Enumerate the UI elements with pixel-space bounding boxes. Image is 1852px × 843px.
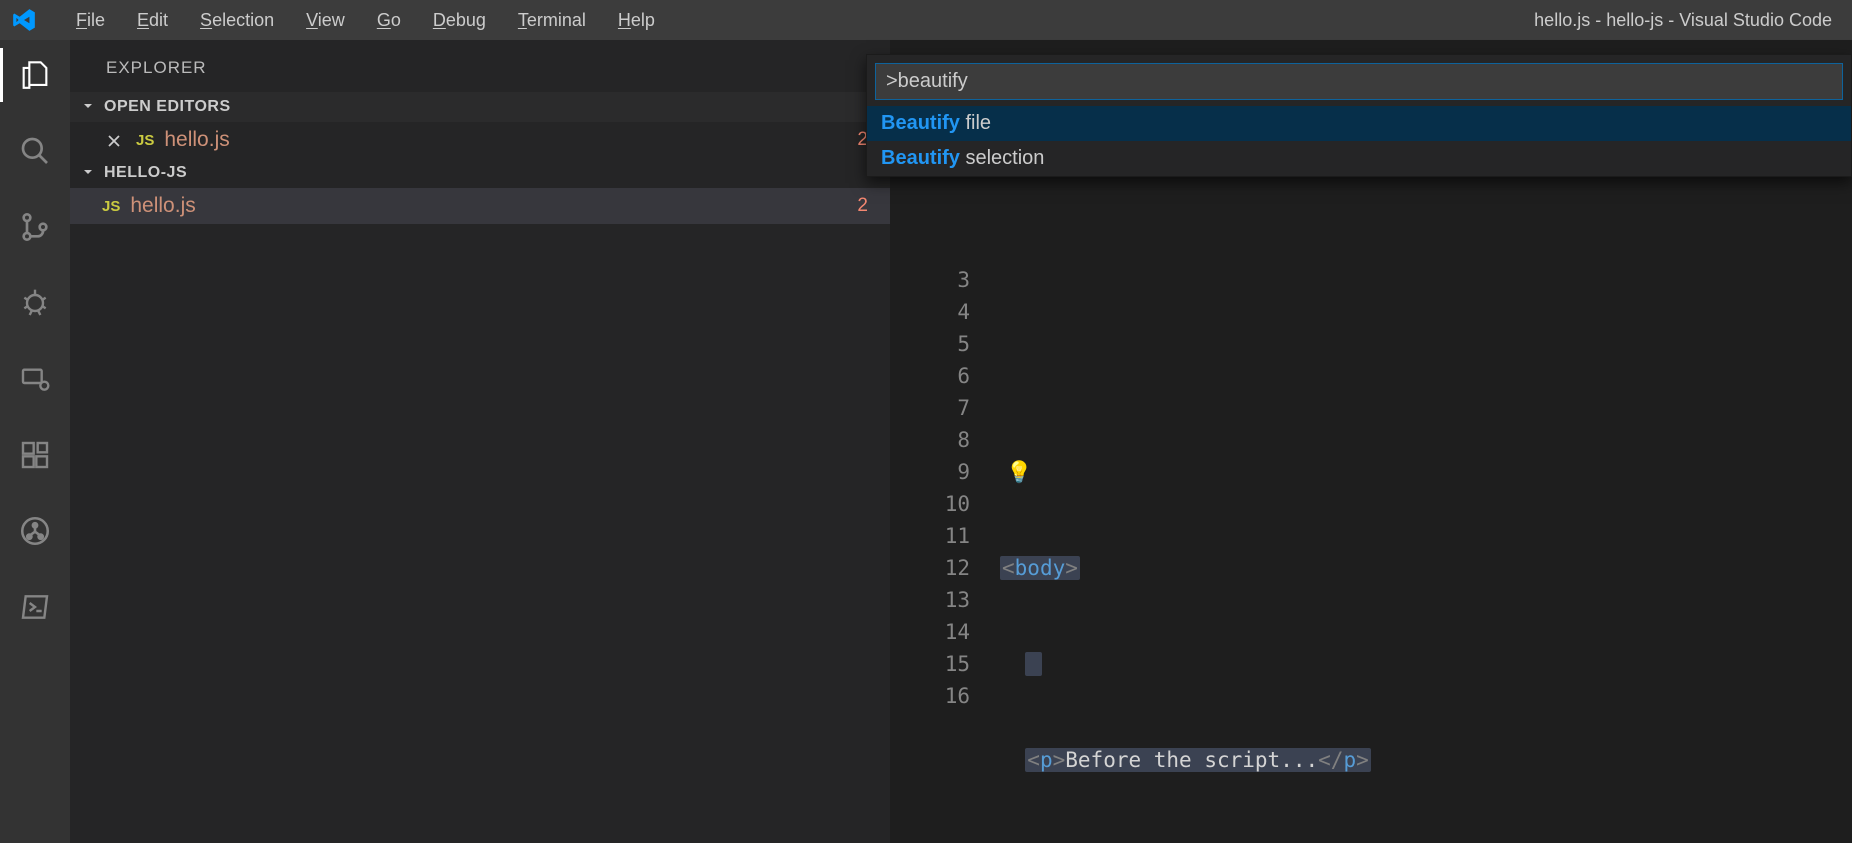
activity-bar — [0, 40, 70, 843]
menu-selection[interactable]: Selection — [184, 4, 290, 37]
palette-item-beautify-selection[interactable]: Beautify selection — [867, 141, 1851, 176]
code-content[interactable]: 💡 <body> <p>Before the script...</p> <sc… — [1000, 200, 1371, 843]
window-title: hello.js - hello-js - Visual Studio Code — [1534, 10, 1832, 31]
menu-view[interactable]: View — [290, 4, 361, 37]
menu-go[interactable]: Go — [361, 4, 417, 37]
sidebar-title: EXPLORER — [70, 40, 890, 92]
chevron-down-icon — [80, 164, 98, 182]
chevron-down-icon — [80, 98, 98, 116]
debug-icon[interactable] — [16, 284, 54, 322]
explorer-icon[interactable] — [16, 56, 54, 94]
menu-file[interactable]: File — [60, 4, 121, 37]
palette-item-beautify-file[interactable]: Beautify file — [867, 106, 1851, 141]
menu-help[interactable]: Help — [602, 4, 671, 37]
menu-terminal[interactable]: Terminal — [502, 4, 602, 37]
folder-header[interactable]: HELLO-JS — [70, 158, 890, 188]
powershell-icon[interactable] — [16, 588, 54, 626]
file-tree-filename: hello.js — [130, 194, 195, 218]
git-extension-icon[interactable] — [16, 512, 54, 550]
file-error-count: 2 — [857, 195, 868, 217]
menu-debug[interactable]: Debug — [417, 4, 502, 37]
command-palette: >beautify Beautify file Beautify selecti… — [866, 54, 1852, 177]
file-tree-item[interactable]: JS hello.js 2 — [70, 188, 890, 224]
command-palette-input[interactable]: >beautify — [875, 63, 1843, 100]
open-editor-filename: hello.js — [164, 128, 229, 152]
open-editors-header[interactable]: OPEN EDITORS — [70, 92, 890, 122]
js-file-icon: JS — [136, 132, 154, 149]
menu-edit[interactable]: Edit — [121, 4, 184, 37]
remote-icon[interactable] — [16, 360, 54, 398]
lightbulb-icon[interactable]: 💡 — [1006, 460, 1032, 484]
source-control-icon[interactable] — [16, 208, 54, 246]
menu-bar: File Edit Selection View Go Debug Termin… — [0, 0, 1852, 40]
sidebar: EXPLORER OPEN EDITORS JS hello.js 2 HELL… — [70, 40, 890, 843]
js-file-icon: JS — [102, 198, 120, 215]
close-icon[interactable] — [106, 131, 124, 149]
search-icon[interactable] — [16, 132, 54, 170]
vscode-logo-icon — [10, 6, 38, 34]
extensions-icon[interactable] — [16, 436, 54, 474]
open-editor-item[interactable]: JS hello.js 2 — [70, 122, 890, 158]
